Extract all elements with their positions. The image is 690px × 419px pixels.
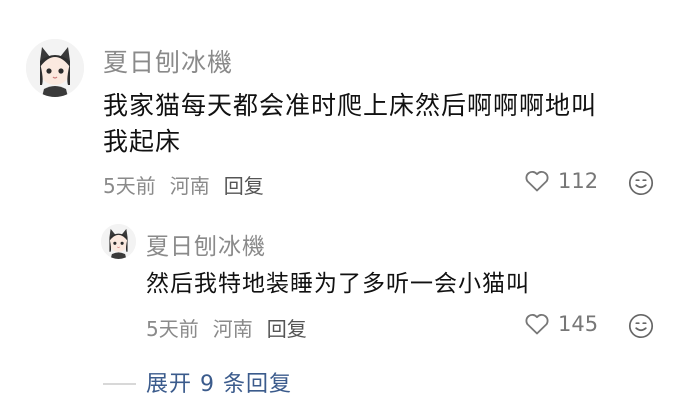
heart-icon <box>525 313 549 335</box>
comment-thread: 夏日刨冰機 我家猫每天都会准时爬上床然后啊啊啊地叫 我起床 5天前 河南 回复 … <box>0 0 690 419</box>
comment-location: 河南 <box>169 174 210 198</box>
emoji-face-icon <box>628 170 654 196</box>
avatar-image <box>26 39 84 97</box>
emoji-face-icon <box>628 313 654 339</box>
comment-emoji-button[interactable] <box>628 170 654 196</box>
reply-reply-button[interactable]: 回复 <box>267 313 307 342</box>
comment-text-line: 我起床 <box>103 127 182 156</box>
reply-text: 然后我特地装睡为了多听一会小猫叫 <box>146 271 530 297</box>
comment-text-line: 我家猫每天都会准时爬上床然后啊啊啊地叫 <box>103 91 598 120</box>
reply-location: 河南 <box>212 317 253 341</box>
reply-username[interactable]: 夏日刨冰機 <box>146 227 266 261</box>
reply-meta: 5天前 河南 回复 <box>146 313 307 342</box>
comment-text: 我家猫每天都会准时爬上床然后啊啊啊地叫 我起床 <box>103 88 673 160</box>
comment-username[interactable]: 夏日刨冰機 <box>103 43 233 79</box>
comment-meta: 5天前 河南 回复 <box>103 170 264 199</box>
comment-like-button[interactable]: 112 <box>524 169 598 193</box>
comment-like-count: 112 <box>558 169 599 193</box>
reply-time: 5天前 <box>146 317 199 341</box>
expand-replies-button[interactable]: 展开 9 条回复 <box>146 366 292 398</box>
reply-avatar[interactable] <box>101 224 136 259</box>
reply-like-button[interactable]: 145 <box>524 312 598 336</box>
reply-emoji-button[interactable] <box>628 313 654 339</box>
avatar[interactable] <box>26 39 84 97</box>
expand-divider <box>103 383 136 385</box>
reply-like-count: 145 <box>558 312 599 336</box>
comment-reply-button[interactable]: 回复 <box>224 170 264 199</box>
avatar-image <box>101 224 136 259</box>
heart-icon <box>525 170 549 192</box>
comment-time: 5天前 <box>103 174 156 198</box>
